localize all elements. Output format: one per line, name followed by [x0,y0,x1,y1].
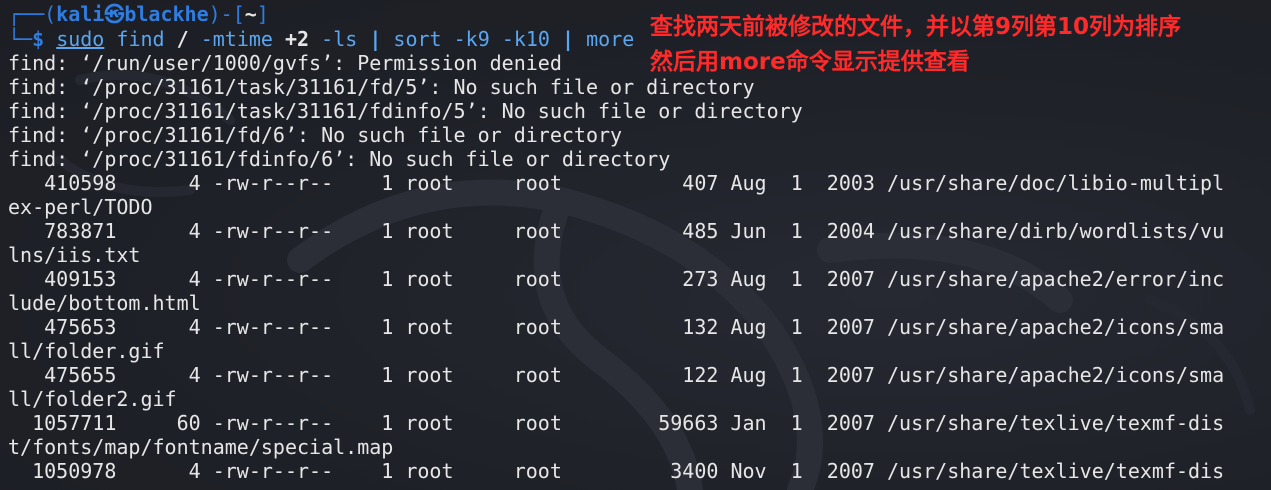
command-mtime-option: -mtime [200,27,273,51]
annotation-line-1: 查找两天前被修改的文件，并以第9列第10列为排序 [650,14,1182,40]
command-root-arg: / [176,27,189,51]
output-line: 783871 4 -rw-r--r-- 1 root root 485 Jun … [8,219,1225,243]
command-find: find [116,27,165,51]
output-line: find: ‘/proc/31161/fd/6’: No such file o… [8,123,623,147]
output-line: 1050978 4 -rw-r--r-- 1 root root 3400 No… [8,459,1225,483]
command-more: more [586,27,635,51]
output-line: find: ‘/proc/31161/task/31161/fdinfo/5’:… [8,99,803,123]
output-line: 409153 4 -rw-r--r-- 1 root root 273 Aug … [8,267,1225,291]
command-mtime-value: +2 [285,27,310,51]
command-sort-key9: -k9 [453,27,490,51]
prompt-line: ┌──(kali㉿blackhe)-[~] [8,2,269,26]
output-line: ll/folder.gif [8,339,165,363]
output-line: find: ‘/proc/31161/task/31161/fd/5’: No … [8,75,755,99]
output-line: t/fonts/map/fontname/special.map [8,435,394,459]
command-pipe: | [369,27,382,51]
prompt-user-host: kali㉿blackhe [56,2,209,26]
prompt-frame-end: ] [256,2,269,26]
prompt-frame-prefix: ┌──( [8,2,57,26]
command-ls-option: -ls [321,27,358,51]
annotation-line-2: 然后用more命令显示提供查看 [650,49,970,75]
command-sort: sort [393,27,442,51]
output-line: find: ‘/proc/31161/fdinfo/6’: No such fi… [8,147,671,171]
output-line: 410598 4 -rw-r--r-- 1 root root 407 Aug … [8,171,1225,195]
output-line: 475653 4 -rw-r--r-- 1 root root 132 Aug … [8,315,1225,339]
prompt-directory: ~ [244,2,257,26]
prompt-separator: )-[ [208,2,245,26]
command-sort-key10: -k10 [501,27,550,51]
prompt-dollar: $ [32,27,45,51]
output-line: 475655 4 -rw-r--r-- 1 root root 122 Aug … [8,363,1225,387]
output-line: find: ‘/run/user/1000/gvfs’: Permission … [8,51,562,75]
output-line: lns/iis.txt [8,243,141,267]
command-sudo: sudo [56,27,105,51]
command-pipe: | [562,27,575,51]
terminal-window[interactable]: ┌──(kali㉿blackhe)-[~] └─$ sudo find / -m… [0,0,1271,490]
command-line[interactable]: └─$ sudo find / -mtime +2 -ls | sort -k9… [8,27,634,51]
output-line: ex-perl/TODO [8,195,153,219]
output-line: lude/bottom.html [8,291,201,315]
prompt-frame-bottom: └─ [8,27,33,51]
output-line: 1057711 60 -rw-r--r-- 1 root root 59663 … [8,411,1225,435]
output-line: ll/folder2.gif [8,387,177,411]
